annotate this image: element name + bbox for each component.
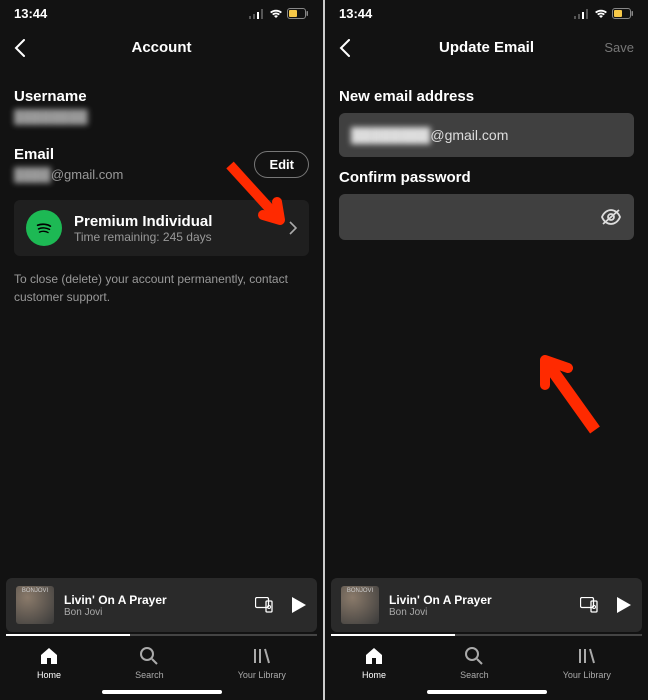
artist-name: Bon Jovi (64, 607, 167, 618)
content: Username ████████ Email ████@gmail.com E… (0, 70, 323, 578)
tab-library[interactable]: Your Library (238, 646, 286, 680)
eye-off-icon[interactable] (600, 208, 622, 226)
header: Account (0, 25, 323, 70)
home-icon (364, 646, 384, 666)
page-title: Account (132, 39, 192, 56)
username-label: Username (14, 88, 309, 105)
tab-bar: Home Search Your Library (0, 636, 323, 686)
plan-title: Premium Individual (74, 213, 212, 230)
devices-icon[interactable] (580, 597, 600, 613)
back-button[interactable] (14, 39, 26, 57)
annotation-arrow (525, 330, 615, 440)
new-email-label: New email address (339, 88, 634, 105)
account-screen: 13:44 Account Username ████████ Email ██… (0, 0, 323, 700)
album-art: BONJOVI (341, 586, 379, 624)
song-title: Livin' On A Prayer (389, 593, 492, 607)
plan-row[interactable]: Premium Individual Time remaining: 245 d… (14, 200, 309, 256)
album-art: BONJOVI (16, 586, 54, 624)
back-button[interactable] (339, 39, 351, 57)
tab-bar: Home Search Your Library (325, 636, 648, 686)
save-button[interactable]: Save (604, 40, 634, 55)
new-email-input[interactable]: ████████@gmail.com (339, 113, 634, 157)
page-title: Update Email (439, 39, 534, 56)
artist-name: Bon Jovi (389, 607, 492, 618)
now-playing-bar[interactable]: BONJOVI Livin' On A Prayer Bon Jovi (331, 578, 642, 632)
tab-home[interactable]: Home (362, 646, 386, 680)
tab-home[interactable]: Home (37, 646, 61, 680)
confirm-password-input[interactable] (339, 194, 634, 240)
content: New email address ████████@gmail.com Con… (325, 70, 648, 578)
tab-search[interactable]: Search (460, 646, 489, 680)
close-account-text: To close (delete) your account permanent… (14, 270, 309, 306)
signal-icon (249, 9, 265, 19)
library-icon (577, 646, 597, 666)
library-icon (252, 646, 272, 666)
tab-search[interactable]: Search (135, 646, 164, 680)
update-email-screen: 13:44 Update Email Save New email addres… (325, 0, 648, 700)
devices-icon[interactable] (255, 597, 275, 613)
song-title: Livin' On A Prayer (64, 593, 167, 607)
battery-icon (612, 8, 634, 19)
now-playing-bar[interactable]: BONJOVI Livin' On A Prayer Bon Jovi (6, 578, 317, 632)
battery-icon (287, 8, 309, 19)
header: Update Email Save (325, 25, 648, 70)
search-icon (139, 646, 159, 666)
chevron-right-icon (289, 221, 297, 235)
wifi-icon (594, 9, 608, 19)
confirm-password-label: Confirm password (339, 169, 634, 186)
status-icons (574, 8, 634, 19)
status-bar: 13:44 (325, 0, 648, 25)
play-icon[interactable] (616, 596, 632, 614)
search-icon (464, 646, 484, 666)
spotify-icon (26, 210, 62, 246)
status-time: 13:44 (339, 6, 372, 21)
home-indicator (427, 690, 547, 694)
home-icon (39, 646, 59, 666)
status-icons (249, 8, 309, 19)
edit-email-button[interactable]: Edit (254, 151, 309, 178)
status-time: 13:44 (14, 6, 47, 21)
plan-subtitle: Time remaining: 245 days (74, 230, 212, 244)
email-value: ████@gmail.com (14, 167, 123, 182)
play-icon[interactable] (291, 596, 307, 614)
email-label: Email (14, 146, 123, 163)
status-bar: 13:44 (0, 0, 323, 25)
wifi-icon (269, 9, 283, 19)
tab-library[interactable]: Your Library (563, 646, 611, 680)
username-value: ████████ (14, 109, 309, 124)
signal-icon (574, 9, 590, 19)
home-indicator (102, 690, 222, 694)
